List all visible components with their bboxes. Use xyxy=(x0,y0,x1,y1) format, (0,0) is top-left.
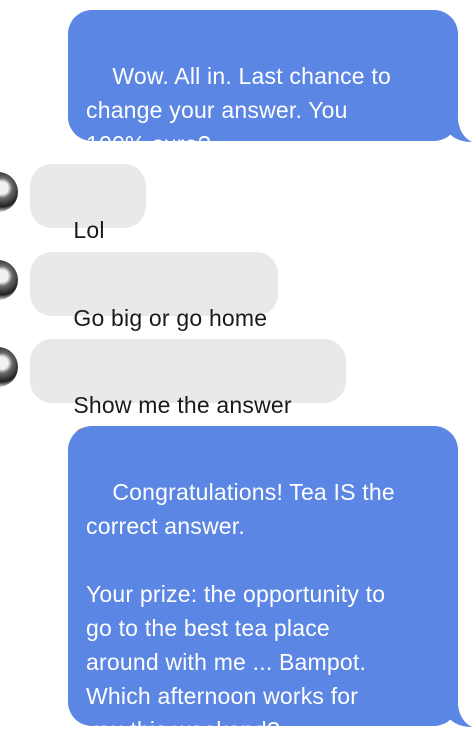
contact-avatar[interactable] xyxy=(0,260,18,300)
sent-message-bubble[interactable]: Congratulations! Tea IS the correct answ… xyxy=(68,426,458,733)
message-text: Wow. All in. Last chance to change your … xyxy=(86,63,391,157)
received-message-bubble[interactable]: Show me the answer xyxy=(30,339,346,451)
contact-avatar[interactable] xyxy=(0,347,18,387)
chat-thread: Wow. All in. Last chance to change your … xyxy=(0,0,474,733)
received-message-bubble[interactable]: Go big or go home xyxy=(30,252,278,331)
message-text: Go big or go home xyxy=(73,305,268,331)
message-text: Congratulations! Tea IS the correct answ… xyxy=(86,479,395,733)
sent-message-bubble[interactable]: Wow. All in. Last chance to change your … xyxy=(68,10,458,157)
contact-avatar[interactable] xyxy=(0,172,18,212)
received-message-bubble[interactable]: Lol yes xyxy=(30,164,146,277)
sent-bubble-tail xyxy=(448,120,472,142)
sent-bubble-tail xyxy=(448,705,472,727)
message-text: Show me the answer xyxy=(73,392,292,418)
